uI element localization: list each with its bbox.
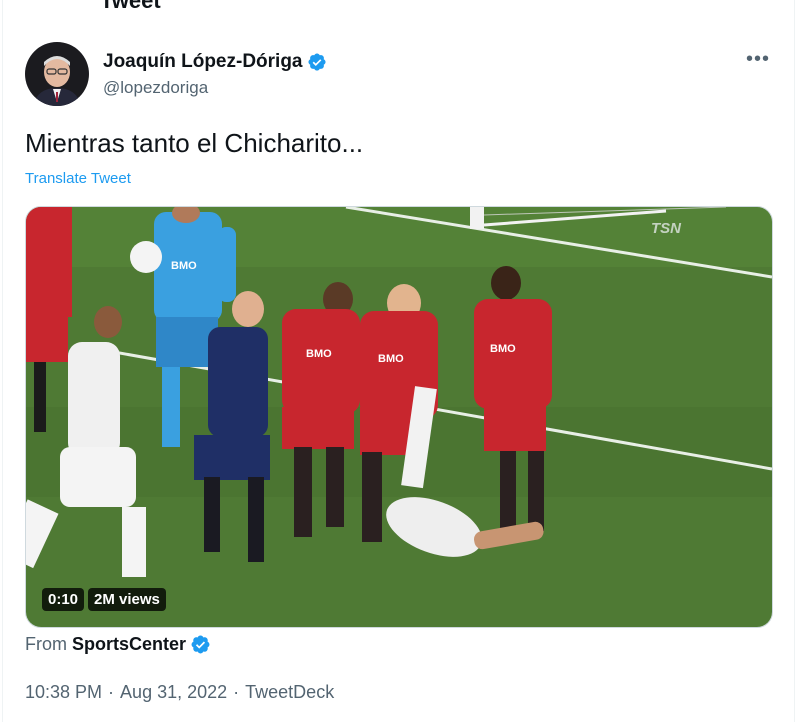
verified-badge-icon <box>307 52 327 72</box>
video-source: From SportsCenter <box>25 634 211 655</box>
author-name-row: Joaquín López-Dóriga <box>103 51 327 73</box>
tweet-time[interactable]: 10:38 PM <box>25 682 102 703</box>
video-badges: 0:10 2M views <box>42 588 166 611</box>
tweet-text: Mientras tanto el Chicharito... <box>25 128 364 158</box>
tweet-client[interactable]: TweetDeck <box>245 682 334 703</box>
tweet-date[interactable]: Aug 31, 2022 <box>120 682 227 703</box>
video-view-count: 2M views <box>88 588 166 611</box>
tweet-author: Joaquín López-Dóriga @lopezdoriga <box>25 42 327 106</box>
svg-text:BMO: BMO <box>490 343 516 355</box>
video-frame: TSN BMO BMO BMO BMO <box>26 207 772 627</box>
tweet-page: Tweet Joaquín López-Dóriga @lopezdoriga … <box>0 0 800 722</box>
video-duration: 0:10 <box>42 588 85 611</box>
tweet-metadata: 10:38 PM · Aug 31, 2022 · TweetDeck <box>25 682 334 703</box>
author-display-name[interactable]: Joaquín López-Dóriga <box>103 51 303 73</box>
more-dots-icon[interactable]: ••• <box>746 48 770 71</box>
source-prefix: From <box>25 634 67 654</box>
author-names: Joaquín López-Dóriga @lopezdoriga <box>103 51 327 98</box>
translate-tweet-link[interactable]: Translate Tweet <box>25 170 131 187</box>
column-border-left <box>2 0 3 722</box>
keeper-sponsor: BMO <box>171 260 197 272</box>
page-header-title: Tweet <box>100 0 161 13</box>
verified-badge-icon <box>190 634 211 655</box>
video-player[interactable]: TSN BMO BMO BMO BMO 0:10 2M views <box>25 206 773 628</box>
svg-text:BMO: BMO <box>306 348 332 360</box>
author-handle[interactable]: @lopezdoriga <box>103 78 327 98</box>
broadcaster-logo: TSN <box>651 220 682 237</box>
svg-text:BMO: BMO <box>378 353 404 365</box>
source-account-link[interactable]: SportsCenter <box>72 634 186 655</box>
meta-separator: · <box>108 682 115 702</box>
meta-separator: · <box>233 682 240 702</box>
avatar[interactable] <box>25 42 89 106</box>
column-border-right <box>794 0 795 722</box>
